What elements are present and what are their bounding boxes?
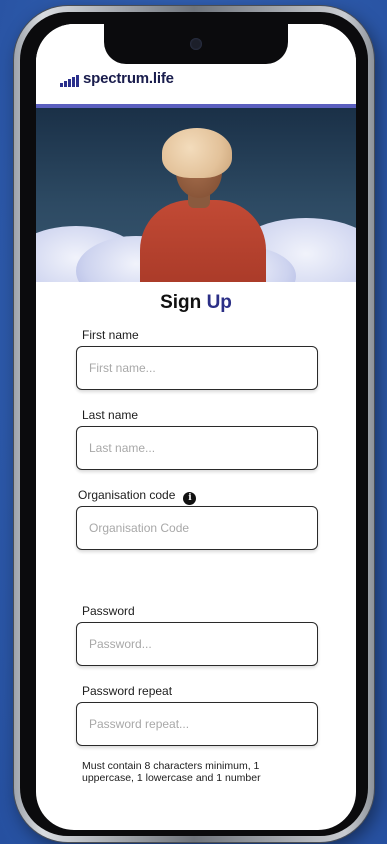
password-label: Password (82, 604, 135, 618)
password-hint: Must contain 8 characters minimum, 1 upp… (82, 760, 261, 784)
phone-screen: spectrum.life Sign Up First name Last na… (36, 24, 356, 830)
title-main-text: Sign (160, 292, 207, 313)
background: spectrum.life Sign Up First name Last na… (0, 0, 387, 844)
last-name-label: Last name (82, 408, 139, 422)
first-name-input[interactable] (76, 346, 318, 390)
brand-logo[interactable]: spectrum.life (60, 70, 174, 87)
password-repeat-input[interactable] (76, 702, 318, 746)
organisation-code-input[interactable] (76, 506, 318, 550)
logo-bars-icon (60, 75, 79, 87)
title-accent-text: Up (206, 292, 232, 313)
password-input[interactable] (76, 622, 318, 666)
phone-notch (104, 24, 288, 64)
last-name-input[interactable] (76, 426, 318, 470)
password-repeat-label: Password repeat (82, 684, 173, 698)
hero-person (140, 200, 266, 282)
brand-name: spectrum.life (83, 70, 174, 87)
front-camera (190, 38, 202, 50)
organisation-code-label: Organisation code (78, 488, 176, 502)
first-name-label: First name (82, 328, 139, 342)
info-icon[interactable]: i (183, 492, 197, 505)
organisation-code-label-row: Organisation code i (78, 488, 197, 505)
page-title: Sign Up (36, 292, 356, 314)
hero-image (36, 108, 356, 282)
